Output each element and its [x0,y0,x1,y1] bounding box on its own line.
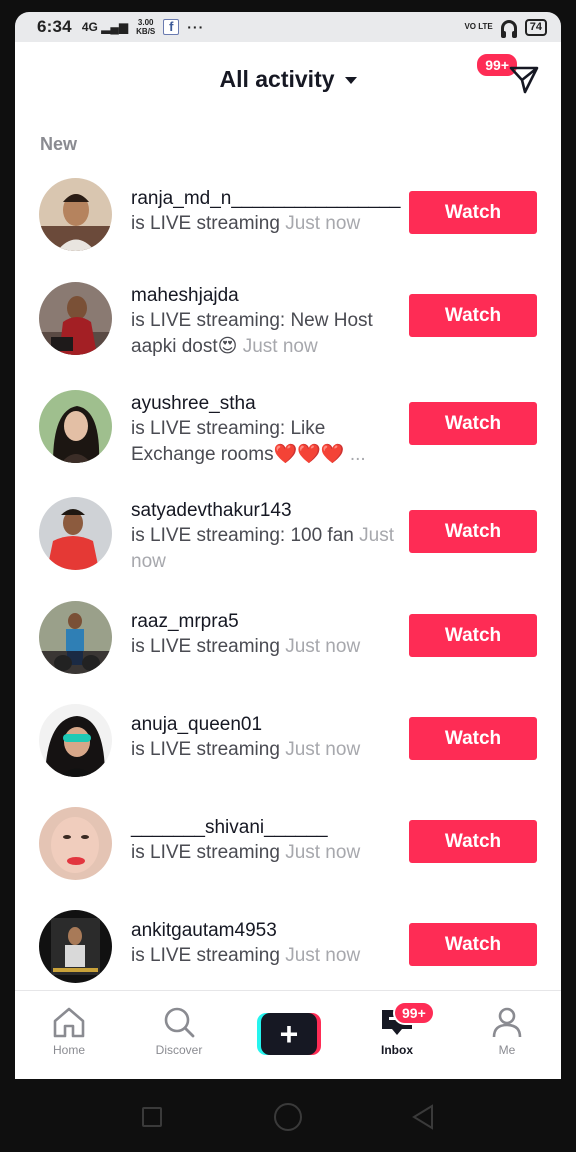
signal-icon: 4G ▂▄▆ [81,20,129,34]
username[interactable]: raaz_mrpra5 [131,609,411,634]
activity-text: is LIVE streaming: Like Exchange rooms❤️… [131,416,411,468]
page-title: All activity [219,66,335,92]
more-notifications-icon: ··· [187,19,205,35]
caret-down-icon [344,77,357,84]
activity-message: is LIVE streaming [131,842,280,863]
headphones-icon [500,20,517,38]
network-speed-unit: KB/S [136,27,156,36]
avatar[interactable] [39,497,112,570]
activity-text: is LIVE streaming Just now [131,840,411,866]
plus-icon: + [261,1013,317,1055]
timestamp: Just now [285,945,361,966]
system-navigation-bar [0,1079,576,1152]
recents-icon[interactable] [142,1107,162,1127]
username[interactable]: maheshjajda [131,283,411,308]
avatar[interactable] [39,704,112,777]
activity-message: is LIVE streaming [131,636,280,657]
username[interactable]: ranja_md_n________________ [131,186,411,211]
nav-inbox-label: Inbox [381,1043,413,1057]
watch-button[interactable]: Watch [409,923,537,966]
activity-message: is LIVE streaming: 100 fan [131,525,354,546]
back-icon[interactable] [410,1103,436,1131]
network-type: 4G [81,20,98,34]
activity-message: is LIVE streaming [131,213,280,234]
activity-text: is LIVE streaming Just now [131,211,411,237]
status-bar: 6:34 4G ▂▄▆ 3.00 KB/S f ··· VO LTE 74 [15,12,561,42]
timestamp: ... [349,444,366,465]
search-icon [164,1007,195,1038]
home-icon [53,1007,85,1038]
username[interactable]: ankitgautam4953 [131,918,411,943]
timestamp: Just now [285,842,361,863]
avatar[interactable] [39,282,112,355]
bottom-navigation: Home Discover + Inbox 99+ Me [15,990,561,1079]
network-speed-value: 3.00 [137,18,154,27]
activity-text: is LIVE streaming Just now [131,943,411,969]
avatar[interactable] [39,178,112,251]
username[interactable]: satyadevthakur143 [131,498,411,523]
send-icon[interactable] [509,64,539,96]
facebook-icon: f [163,19,180,35]
activity-text: is LIVE streaming Just now [131,737,411,763]
activity-message: is LIVE streaming: Like Exchange rooms❤️… [131,418,345,465]
timestamp: Just now [242,336,318,357]
nav-discover-label: Discover [155,1043,203,1057]
avatar[interactable] [39,910,112,983]
volte-icon: VO LTE [464,22,493,31]
watch-button[interactable]: Watch [409,510,537,553]
activity-text: is LIVE streaming Just now [131,634,411,660]
timestamp: Just now [285,636,361,657]
username[interactable]: anuja_queen01 [131,712,411,737]
nav-me[interactable]: Me [467,1005,547,1057]
section-label-new: New [40,134,78,154]
watch-button[interactable]: Watch [409,294,537,337]
profile-icon [492,1007,522,1038]
nav-me-label: Me [498,1043,516,1057]
create-button[interactable]: + [257,1013,321,1055]
status-time: 6:34 [37,17,72,36]
activity-text: is LIVE streaming: 100 fan Just now [131,523,411,575]
watch-button[interactable]: Watch [409,191,537,234]
phone-screen: 6:34 4G ▂▄▆ 3.00 KB/S f ··· VO LTE 74 Al… [0,0,576,1152]
activity-text: is LIVE streaming: New Host aapki dost😍 … [131,308,411,360]
activity-message: is LIVE streaming [131,945,280,966]
timestamp: Just now [285,213,361,234]
home-circle-icon[interactable] [274,1103,302,1131]
watch-button[interactable]: Watch [409,402,537,445]
username[interactable]: _______shivani______ [131,815,411,840]
avatar[interactable] [39,601,112,674]
watch-button[interactable]: Watch [409,820,537,863]
watch-button[interactable]: Watch [409,717,537,760]
avatar[interactable] [39,807,112,880]
network-speed: 3.00 KB/S [136,18,155,36]
inbox-badge: 99+ [393,1001,435,1025]
header: All activity 99+ [15,42,561,118]
avatar[interactable] [39,390,112,463]
activity-message: is LIVE streaming [131,739,280,760]
activity-screen: All activity 99+ New ranja_md_n_________… [15,42,561,1079]
username[interactable]: ayushree_stha [131,391,411,416]
watch-button[interactable]: Watch [409,614,537,657]
battery-icon: 74 [524,18,547,36]
nav-home-label: Home [52,1043,85,1057]
nav-discover[interactable]: Discover [139,1005,219,1057]
nav-home[interactable]: Home [29,1005,109,1057]
timestamp: Just now [285,739,361,760]
